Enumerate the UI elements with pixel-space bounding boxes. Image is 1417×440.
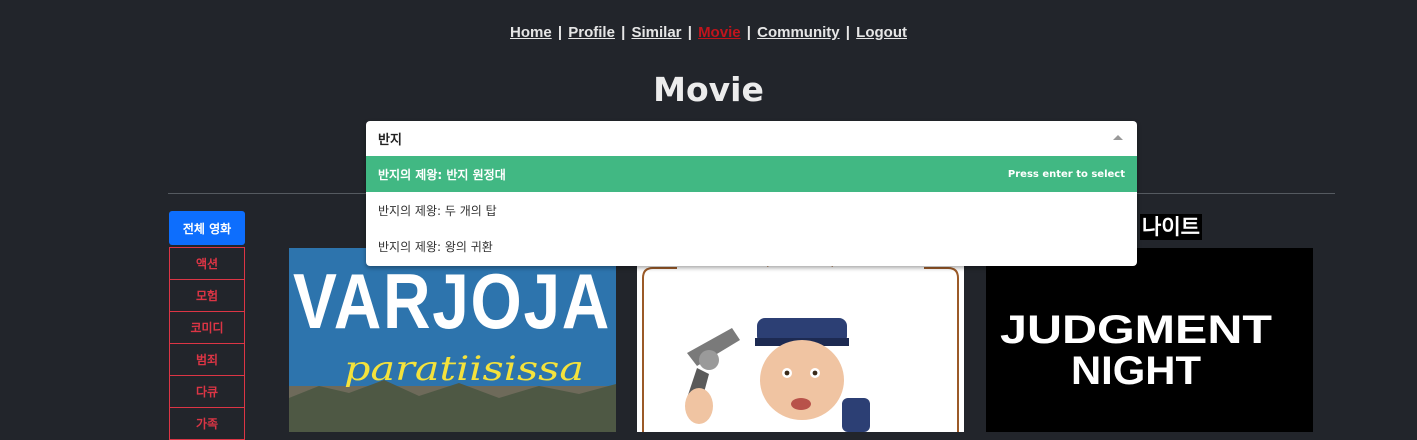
poster-artwork (637, 248, 964, 432)
nav-link-profile[interactable]: Profile (568, 24, 615, 41)
nav-link-movie[interactable]: Movie (698, 24, 741, 41)
genre-button-comedy[interactable]: 코미디 (169, 311, 245, 344)
nav-separator: | (746, 24, 751, 41)
nav-separator: | (687, 24, 692, 41)
genre-button-documentary[interactable]: 다큐 (169, 375, 245, 408)
genre-button-family[interactable]: 가족 (169, 407, 245, 440)
select-hint: Press enter to select (1007, 168, 1125, 180)
nav-link-community[interactable]: Community (757, 24, 840, 41)
nav-link-home[interactable]: Home (510, 24, 552, 41)
movie-poster[interactable]: VARJOJA paratiisissa (289, 248, 616, 432)
search-option-label: 반지의 제왕: 반지 원정대 (378, 167, 506, 182)
search-input-value: 반지 (378, 133, 402, 148)
genre-button-all[interactable]: 전체 영화 (169, 211, 245, 245)
poster-artwork: JUDGMENT NIGHT (986, 248, 1313, 432)
genre-button-adventure[interactable]: 모험 (169, 279, 245, 312)
genre-button-action[interactable]: 액션 (169, 247, 245, 280)
nav-link-similar[interactable]: Similar (631, 24, 681, 41)
poster-title-text: JUDGMENT (1000, 308, 1272, 352)
search-option-label: 반지의 제왕: 왕의 귀환 (378, 239, 493, 254)
search-input[interactable]: 반지 (366, 121, 1137, 156)
nav-separator: | (845, 24, 850, 41)
search-option-label: 반지의 제왕: 두 개의 탑 (378, 203, 497, 218)
poster-subtitle-text: paratiisissa (344, 349, 584, 389)
nav-separator: | (621, 24, 626, 41)
nav-link-logout[interactable]: Logout (856, 24, 907, 41)
movie-title[interactable]: 나이트 (1140, 214, 1202, 240)
caret-up-icon[interactable] (1113, 135, 1123, 140)
genre-button-crime[interactable]: 범죄 (169, 343, 245, 376)
movie-search-select[interactable]: 반지 반지의 제왕: 반지 원정대 Press enter to select … (366, 121, 1137, 266)
movie-poster[interactable]: JUDGMENT NIGHT (986, 248, 1313, 432)
page-title: Movie (653, 70, 764, 109)
poster-subtitle-text: NIGHT (1071, 349, 1201, 393)
poster-artwork: VARJOJA paratiisissa (289, 248, 616, 432)
poster-title-text: VARJOJA (293, 257, 611, 345)
search-option[interactable]: 반지의 제왕: 반지 원정대 Press enter to select (366, 156, 1137, 192)
search-option[interactable]: 반지의 제왕: 왕의 귀환 (366, 228, 1137, 264)
top-navigation: Home | Profile | Similar | Movie | Commu… (0, 24, 1417, 41)
movie-poster[interactable] (637, 248, 964, 432)
genre-sidebar: 전체 영화 액션 모험 코미디 범죄 다큐 가족 (169, 211, 245, 440)
search-option[interactable]: 반지의 제왕: 두 개의 탑 (366, 192, 1137, 228)
nav-separator: | (557, 24, 563, 41)
